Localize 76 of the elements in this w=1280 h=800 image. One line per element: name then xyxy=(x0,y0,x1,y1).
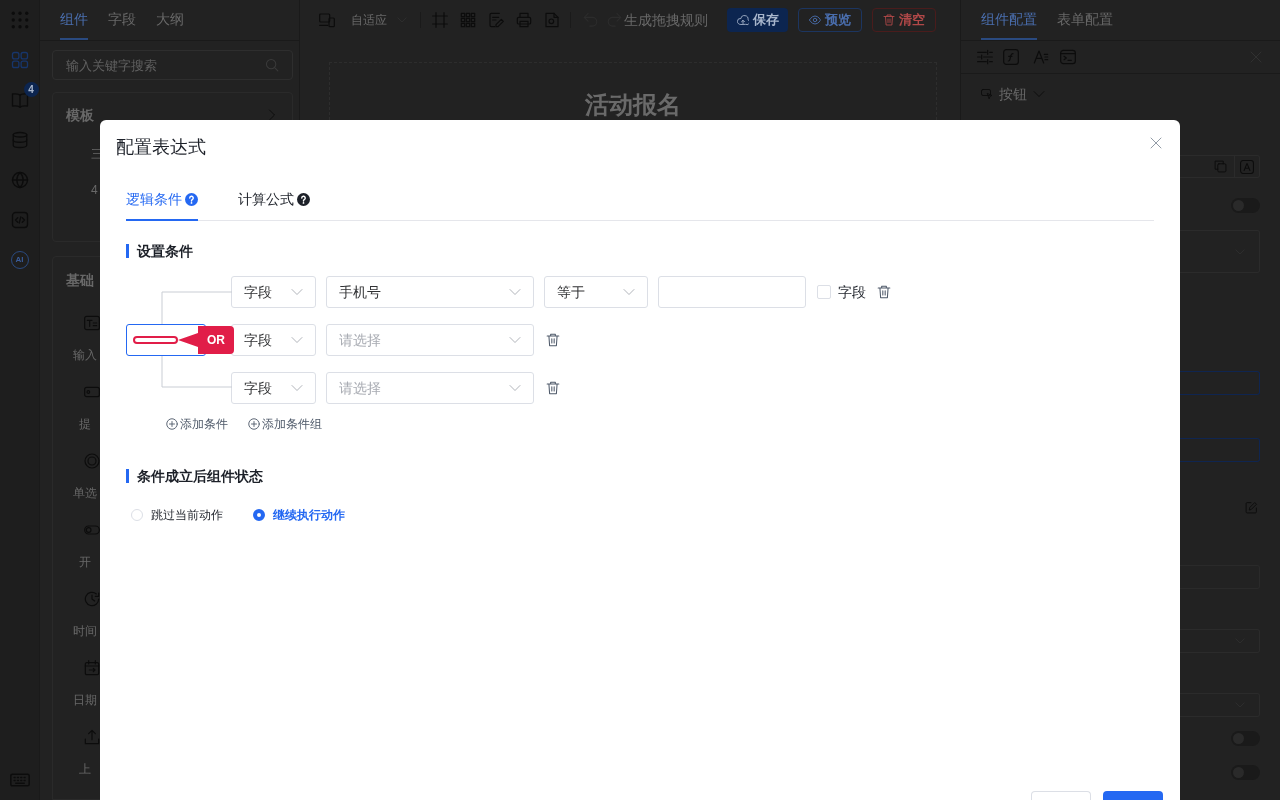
trash-icon xyxy=(883,14,895,26)
template-name[interactable]: 4 xyxy=(91,182,98,198)
source-select[interactable]: 字段 xyxy=(231,372,316,404)
count-badge: 4 xyxy=(23,82,39,97)
chevron-down-icon xyxy=(291,334,303,346)
rule-button[interactable]: 生成拖拽规则 xyxy=(624,10,708,30)
eye-icon xyxy=(809,14,821,26)
radio-label[interactable]: 继续执行动作 xyxy=(273,507,345,523)
device-select[interactable]: 自适应 xyxy=(351,11,407,29)
close-icon[interactable] xyxy=(1150,137,1162,149)
component-label[interactable]: 输入 xyxy=(72,347,97,363)
tab[interactable]: 字段 xyxy=(108,0,136,40)
add-link[interactable]: 添加条件组 xyxy=(248,416,322,432)
component-label[interactable]: 日期 xyxy=(72,692,97,708)
tab[interactable]: 计算公式 xyxy=(238,174,310,221)
upload-icon[interactable] xyxy=(84,729,100,745)
operator-select[interactable]: 等于 xyxy=(544,276,648,308)
button-icon[interactable] xyxy=(84,384,100,400)
primary-button[interactable] xyxy=(1103,791,1163,800)
tab[interactable]: 逻辑条件 xyxy=(126,174,198,221)
secondary-button[interactable] xyxy=(1031,791,1091,800)
field-select[interactable]: 请选择 xyxy=(326,324,534,356)
chevron-down-icon xyxy=(509,334,521,346)
chevron-down-icon xyxy=(291,382,303,394)
chevron-down-icon xyxy=(291,286,303,298)
cloud-upload-icon xyxy=(736,14,749,26)
checkbox-label[interactable]: 字段 xyxy=(838,282,866,302)
radio-label[interactable]: 跳过当前动作 xyxy=(151,507,223,523)
text-input-icon[interactable] xyxy=(84,315,100,331)
section-title: 条件成立后组件状态 xyxy=(137,468,263,484)
help-icon[interactable] xyxy=(297,192,310,206)
component-label[interactable]: 单选 xyxy=(72,485,97,501)
text-field[interactable] xyxy=(1180,155,1260,178)
section-title: 模板 xyxy=(66,106,94,125)
plus-circle-icon xyxy=(166,418,178,430)
value-input[interactable] xyxy=(658,276,806,308)
calendar-icon[interactable] xyxy=(84,660,100,676)
preview-button[interactable]: 预览 xyxy=(798,8,862,32)
tab[interactable]: 大纲 xyxy=(156,0,184,40)
clock-icon[interactable] xyxy=(84,591,100,607)
tab[interactable]: 组件 xyxy=(60,0,88,40)
search-icon[interactable] xyxy=(265,58,279,72)
checkbox[interactable] xyxy=(817,285,831,299)
form-title: 活动报名 xyxy=(585,90,681,120)
tab[interactable]: 组件配置 xyxy=(981,0,1037,40)
book-icon[interactable] xyxy=(10,91,29,109)
trash-icon[interactable] xyxy=(546,381,560,395)
trash-icon[interactable] xyxy=(877,285,891,299)
section-accent-bar xyxy=(126,469,129,483)
radio-icon[interactable] xyxy=(84,453,100,469)
chevron-down-icon xyxy=(623,286,635,298)
component-label[interactable]: 时间 xyxy=(72,623,97,639)
trash-icon[interactable] xyxy=(546,333,560,347)
radio-button[interactable] xyxy=(253,509,265,521)
add-link[interactable]: 添加条件 xyxy=(166,416,228,432)
source-select[interactable]: 字段 xyxy=(231,324,316,356)
source-select[interactable]: 字段 xyxy=(231,276,316,308)
component-label[interactable]: 提 xyxy=(78,416,91,432)
chevron-right-icon[interactable] xyxy=(266,109,278,121)
field-select[interactable]: 手机号 xyxy=(326,276,534,308)
section-accent-bar xyxy=(126,244,129,258)
save-button[interactable]: 保存 xyxy=(727,8,788,32)
chevron-down-icon xyxy=(509,382,521,394)
chevron-down-icon xyxy=(509,286,521,298)
dialog-title: 配置表达式 xyxy=(116,136,206,159)
tab[interactable]: 表单配置 xyxy=(1057,0,1113,40)
section-title: 基础 xyxy=(66,271,94,290)
component-label[interactable]: 开 xyxy=(78,554,91,570)
plus-circle-icon xyxy=(248,418,260,430)
field-select[interactable]: 请选择 xyxy=(326,372,534,404)
highlight-mark xyxy=(133,336,178,344)
component-type-select[interactable]: 按钮 xyxy=(981,84,1045,104)
clear-button[interactable]: 清空 xyxy=(872,8,936,32)
grid-icon[interactable] xyxy=(10,51,29,69)
toggle-icon[interactable] xyxy=(84,522,100,538)
section-title: 设置条件 xyxy=(137,243,193,259)
